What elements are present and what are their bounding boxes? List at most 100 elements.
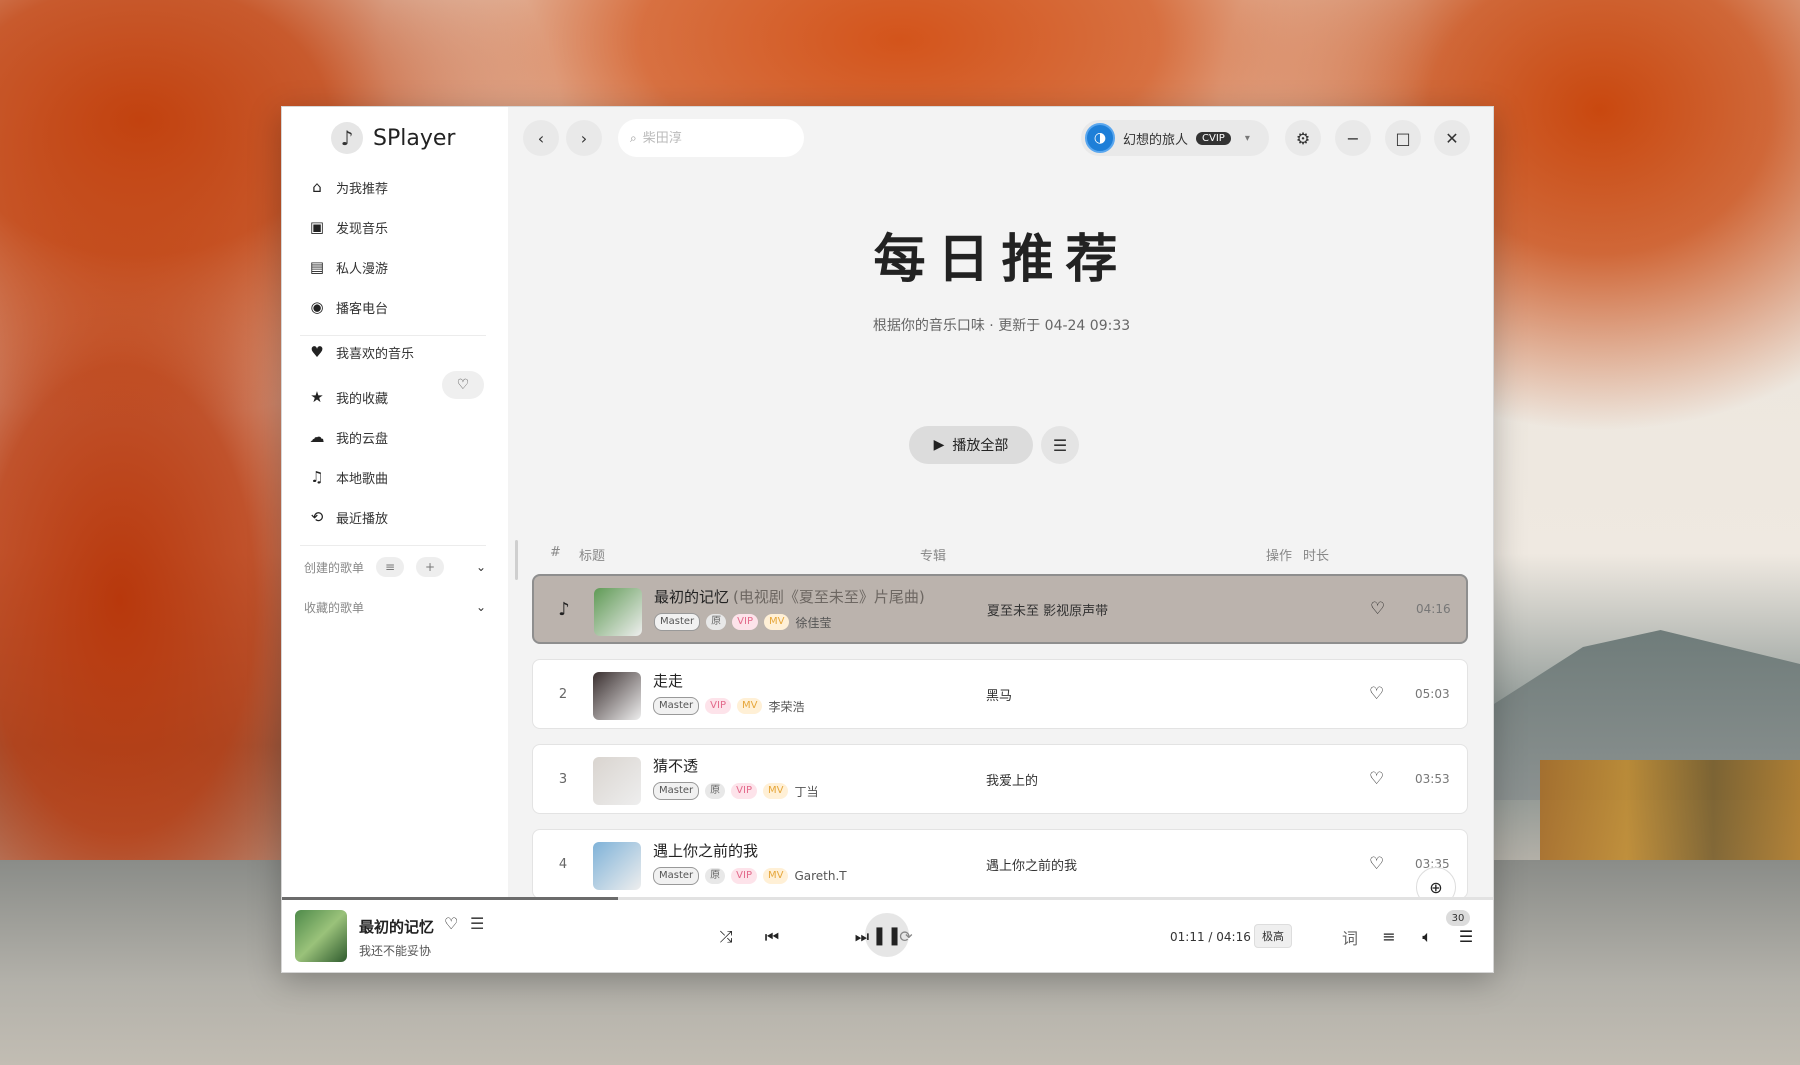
song-album[interactable]: 遇上你之前的我 bbox=[986, 830, 1077, 897]
like-icon[interactable]: ♡ bbox=[444, 914, 458, 933]
search-box[interactable]: ⌕ bbox=[618, 119, 804, 157]
song-duration: 04:16 bbox=[1416, 602, 1451, 616]
song-cover bbox=[593, 757, 641, 805]
add-playlist-button[interactable]: + bbox=[416, 557, 445, 577]
search-icon: ⌕ bbox=[630, 130, 637, 145]
app-logo[interactable]: ♪ SPlayer bbox=[331, 122, 455, 154]
song-artist[interactable]: Gareth.T bbox=[794, 869, 846, 883]
song-artist[interactable]: 徐佳莹 bbox=[795, 614, 831, 631]
home-icon: ⌂ bbox=[312, 178, 322, 196]
tag-badge: Master bbox=[654, 613, 701, 631]
shuffle-icon[interactable]: ⤮ bbox=[714, 898, 738, 972]
cloud-icon: ☁ bbox=[309, 428, 325, 446]
column-header-index: # bbox=[550, 545, 561, 560]
like-icon[interactable]: ♡ bbox=[1369, 660, 1384, 728]
sidebar-item-discover[interactable]: ▣ 发现音乐 bbox=[302, 207, 488, 247]
podcast-icon: ◉ bbox=[310, 298, 324, 316]
forward-button[interactable]: › bbox=[566, 120, 602, 156]
chevron-down-icon[interactable]: ⌄ bbox=[476, 600, 486, 614]
sidebar-item-personal-fm[interactable]: ▤ 私人漫游 bbox=[302, 247, 488, 287]
table-row[interactable]: 2 走走 Master VIP MV 李荣浩 黑马 ♡ 05:03 bbox=[532, 659, 1468, 729]
now-playing-artist[interactable]: 我还不能妥协 bbox=[359, 942, 431, 959]
settings-button[interactable]: ⚙ bbox=[1285, 120, 1321, 156]
table-row[interactable]: 3 猜不透 Master 原 VIP MV 丁当 我爱上的 ♡ 03:53 bbox=[532, 744, 1468, 814]
song-tags: Master 原 VIP MV 丁当 bbox=[653, 782, 818, 800]
song-title: 走走 bbox=[653, 670, 683, 691]
sidebar-item-liked[interactable]: ♥ 我喜欢的音乐 bbox=[302, 332, 442, 372]
tag-badge: 原 bbox=[705, 783, 726, 799]
sidebar-item-local[interactable]: ♫ 本地歌曲 bbox=[302, 457, 488, 497]
now-playing-cover[interactable] bbox=[295, 910, 347, 962]
now-playing-note-icon: ♪ bbox=[558, 598, 570, 620]
tag-badge[interactable]: MV bbox=[762, 868, 789, 884]
sidebar: ♪ SPlayer ⌂ 为我推荐 ▣ 发现音乐 ▤ 私人漫游 ◉ 播客电台 ♥ … bbox=[282, 107, 508, 897]
sidebar-item-recent[interactable]: ⟲ 最近播放 bbox=[302, 497, 488, 537]
playlist-menu-button[interactable]: ≡ bbox=[376, 557, 405, 577]
tag-badge: Master bbox=[653, 782, 700, 800]
add-to-playlist-icon[interactable]: ☰ bbox=[470, 914, 484, 933]
search-input[interactable] bbox=[642, 130, 783, 146]
play-all-label: 播放全部 bbox=[952, 438, 1009, 454]
table-row[interactable]: 4 遇上你之前的我 Master 原 VIP MV Gareth.T 遇上你之前的我 ♡ 03:3… bbox=[532, 829, 1468, 897]
lyrics-icon[interactable]: 词 bbox=[1338, 898, 1362, 972]
list-options-button[interactable]: ☰ bbox=[1041, 426, 1079, 464]
close-button[interactable]: ✕ bbox=[1434, 120, 1470, 156]
now-playing-title[interactable]: 最初的记忆 bbox=[359, 916, 434, 937]
volume-icon[interactable]: 🔈︎ bbox=[1415, 898, 1439, 972]
equalizer-icon[interactable]: ≡ bbox=[1377, 898, 1401, 972]
maximize-icon: □ bbox=[1395, 128, 1411, 148]
play-all-button[interactable]: ▶ 播放全部 bbox=[909, 426, 1033, 464]
tag-badge: 原 bbox=[705, 868, 726, 884]
tag-badge[interactable]: MV bbox=[763, 614, 790, 630]
music-library-icon: ▣ bbox=[309, 218, 325, 236]
app-name: SPlayer bbox=[373, 125, 456, 151]
next-button[interactable]: ⏭ bbox=[850, 898, 874, 972]
tag-badge: VIP bbox=[731, 868, 757, 884]
minimize-button[interactable]: − bbox=[1335, 120, 1371, 156]
chevron-down-icon[interactable]: ⌄ bbox=[476, 560, 486, 574]
page-subtitle: 根据你的音乐口味 · 更新于 04-24 09:33 bbox=[872, 318, 1131, 334]
avatar: ◑ bbox=[1085, 123, 1115, 153]
previous-icon[interactable]: ⏮ bbox=[760, 898, 784, 972]
sidebar-item-cloud[interactable]: ☁ 我的云盘 bbox=[302, 417, 488, 457]
quality-badge[interactable]: 极高 bbox=[1254, 924, 1292, 948]
tag-badge: Master bbox=[653, 697, 700, 715]
locate-icon: ⊕ bbox=[1429, 877, 1443, 897]
back-button[interactable]: ‹ bbox=[523, 120, 559, 156]
tag-badge: 原 bbox=[706, 614, 727, 630]
sidebar-item-label: 私人漫游 bbox=[336, 261, 389, 277]
sidebar-item-collection[interactable]: ★ 我的收藏 bbox=[302, 377, 488, 417]
repeat-icon[interactable]: ⟳ bbox=[894, 898, 918, 972]
created-playlists-header[interactable]: 创建的歌单 ≡ + ⌄ bbox=[304, 551, 490, 583]
like-icon[interactable]: ♡ bbox=[1369, 745, 1384, 813]
sidebar-item-recommend[interactable]: ⌂ 为我推荐 bbox=[302, 167, 488, 207]
song-artist[interactable]: 丁当 bbox=[794, 783, 818, 800]
maximize-button[interactable]: □ bbox=[1385, 120, 1421, 156]
scrollbar[interactable] bbox=[515, 540, 518, 580]
tag-badge[interactable]: MV bbox=[762, 783, 789, 799]
user-name: 幻想的旅人 bbox=[1123, 132, 1189, 148]
table-row[interactable]: ♪ 最初的记忆 (电视剧《夏至未至》片尾曲) Master 原 VIP MV 徐佳莹 夏至未至 … bbox=[532, 574, 1468, 644]
sidebar-item-label: 我的云盘 bbox=[336, 431, 389, 447]
song-artist[interactable]: 李荣浩 bbox=[768, 698, 804, 715]
song-title: 遇上你之前的我 bbox=[653, 840, 758, 861]
like-icon[interactable]: ♡ bbox=[1369, 830, 1384, 897]
progress-bar[interactable] bbox=[282, 897, 1493, 900]
collected-playlists-header[interactable]: 收藏的歌单 ⌄ bbox=[304, 591, 490, 623]
sidebar-item-label: 发现音乐 bbox=[336, 221, 389, 237]
song-album[interactable]: 黑马 bbox=[986, 660, 1012, 728]
song-album[interactable]: 夏至未至 影视原声带 bbox=[987, 576, 1108, 642]
sidebar-item-podcast[interactable]: ◉ 播客电台 bbox=[302, 287, 488, 327]
sidebar-item-label: 播客电台 bbox=[336, 301, 389, 317]
chevron-left-icon: ‹ bbox=[537, 128, 545, 148]
tag-badge[interactable]: MV bbox=[736, 698, 763, 714]
song-album[interactable]: 我爱上的 bbox=[986, 745, 1038, 813]
row-index: 4 bbox=[558, 856, 568, 872]
song-title: 最初的记忆 (电视剧《夏至未至》片尾曲) bbox=[654, 586, 925, 607]
like-icon[interactable]: ♡ bbox=[1370, 576, 1385, 642]
close-icon: ✕ bbox=[1445, 128, 1459, 148]
app-window: ♪ SPlayer ⌂ 为我推荐 ▣ 发现音乐 ▤ 私人漫游 ◉ 播客电台 ♥ … bbox=[281, 106, 1494, 973]
user-menu[interactable]: ◑ 幻想的旅人 CVIP ▾ bbox=[1081, 120, 1269, 156]
sidebar-divider bbox=[300, 545, 486, 546]
gear-icon: ⚙ bbox=[1295, 128, 1311, 148]
